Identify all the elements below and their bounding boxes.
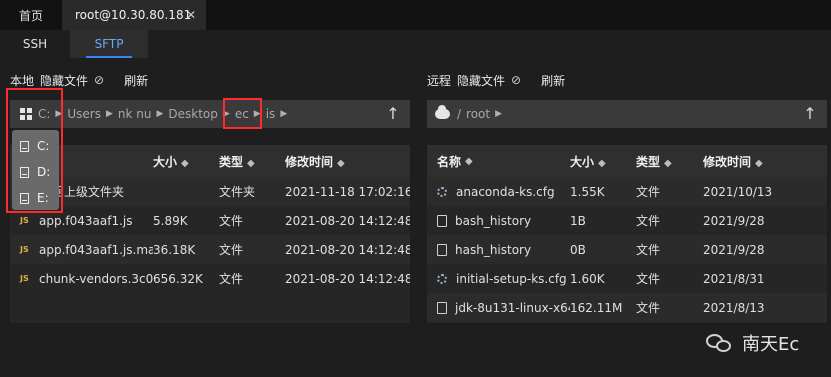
- table-row[interactable]: initial-setup-ks.cfg 1.60K 文件 2021/8/31: [427, 264, 827, 293]
- remote-hidden-files-toggle[interactable]: 隐藏文件: [457, 72, 505, 89]
- column-mtime[interactable]: 修改时间 ◆: [703, 153, 827, 170]
- path-segment-root-slash[interactable]: /: [457, 107, 461, 121]
- local-refresh-button[interactable]: 刷新: [124, 72, 148, 89]
- table-row[interactable]: anaconda-ks.cfg 1.55K 文件 2021/10/13: [427, 177, 827, 206]
- file-icon: [437, 243, 447, 256]
- table-row[interactable]: hash_history 0B 文件 2021/9/28: [427, 235, 827, 264]
- close-icon[interactable]: ✕: [184, 8, 198, 22]
- tab-strip: 首页 root@10.30.80.181 ✕: [0, 0, 831, 30]
- arrow-up-icon[interactable]: ↑: [384, 104, 402, 124]
- column-size[interactable]: 大小 ◆: [570, 153, 636, 170]
- file-icon: [437, 301, 447, 314]
- highlight-box: [223, 98, 262, 129]
- local-file-table: 名称◆ 大小◆ 类型◆ 修改时间◆ 返回上级文件夹 文件夹 2021-11-18…: [10, 145, 410, 323]
- column-type[interactable]: 类型 ◆: [636, 153, 703, 170]
- tab-home[interactable]: 首页: [0, 0, 62, 30]
- remote-toolbar: 远程 隐藏文件 ⊘ 刷新: [427, 68, 571, 92]
- file-icon: [437, 214, 447, 227]
- arrow-up-icon[interactable]: ↑: [801, 104, 819, 124]
- js-file-icon: JS: [20, 215, 29, 225]
- path-segment-desktop[interactable]: Desktop: [168, 107, 218, 121]
- config-file-icon: [437, 273, 447, 284]
- watermark: 南天Ec: [706, 330, 799, 356]
- path-segment-is[interactable]: is: [266, 107, 276, 121]
- local-hidden-files-toggle[interactable]: 隐藏文件: [40, 72, 88, 89]
- watermark-text: 南天Ec: [742, 334, 800, 355]
- column-size[interactable]: 大小 ◆: [153, 153, 219, 170]
- sort-icon: ◆: [465, 155, 473, 167]
- path-segment-root[interactable]: root: [466, 107, 490, 121]
- local-title: 本地: [10, 73, 35, 88]
- column-type[interactable]: 类型 ◆: [219, 153, 285, 170]
- js-file-icon: JS: [20, 273, 29, 283]
- chevron-right-icon: ▶: [280, 109, 288, 119]
- local-path-bar: C: ▶ Users ▶ nk nu ▶ Desktop ▶ ec ▶ is ▶…: [10, 100, 410, 128]
- sort-icon: ◆: [755, 157, 763, 169]
- wechat-icon: [706, 332, 734, 354]
- tab-sftp[interactable]: SFTP: [70, 30, 148, 58]
- eye-off-icon[interactable]: ⊘: [511, 73, 521, 87]
- sort-icon: ◆: [664, 157, 672, 169]
- remote-title: 远程: [427, 73, 452, 88]
- sort-icon: ◆: [247, 157, 255, 169]
- table-row[interactable]: 返回上级文件夹 文件夹 2021-11-18 17:02:16: [10, 177, 410, 206]
- chevron-right-icon: ▶: [156, 109, 164, 119]
- js-file-icon: JS: [20, 244, 29, 254]
- tab-ssh[interactable]: SSH: [0, 30, 70, 58]
- chevron-right-icon: ▶: [105, 109, 113, 119]
- mode-bar: SSH SFTP: [0, 30, 831, 58]
- remote-refresh-button[interactable]: 刷新: [541, 72, 565, 89]
- path-segment-user[interactable]: nk nu: [118, 107, 152, 121]
- path-segment-users[interactable]: Users: [67, 107, 101, 121]
- column-mtime[interactable]: 修改时间 ◆: [285, 153, 410, 170]
- table-row[interactable]: JS app.f043aaf1.js.map 36.18K 文件 2021-08-…: [10, 235, 410, 264]
- remote-path-bar: / root ▶ ↑: [427, 100, 827, 128]
- table-row[interactable]: bash_history 1B 文件 2021/9/28: [427, 206, 827, 235]
- table-row[interactable]: JS chunk-vendors.3c08 656.32K 文件 2021-08-…: [10, 264, 410, 293]
- config-file-icon: [437, 186, 447, 197]
- remote-file-table: 名称 ◆ 大小 ◆ 类型 ◆ 修改时间 ◆ anaconda-ks.cfg 1.55K …: [427, 145, 827, 323]
- table-row[interactable]: jdk-8u131-linux-x64.rpm 162.11M 文件 2021/…: [427, 293, 827, 322]
- cloud-icon[interactable]: [435, 105, 450, 119]
- sort-icon: ◆: [181, 157, 189, 169]
- tab-session[interactable]: root@10.30.80.181 ✕: [62, 0, 206, 30]
- table-header: 名称◆ 大小◆ 类型◆ 修改时间◆: [427, 145, 827, 177]
- tab-session-label: root@10.30.80.181: [75, 8, 192, 22]
- eye-off-icon[interactable]: ⊘: [94, 73, 104, 87]
- table-row[interactable]: JS app.f043aaf1.js 5.89K 文件 2021-08-20 14…: [10, 206, 410, 235]
- chevron-right-icon: ▶: [495, 109, 503, 119]
- sort-icon: ◆: [598, 157, 606, 169]
- highlight-box: [6, 88, 63, 213]
- sort-icon: ◆: [337, 157, 345, 169]
- table-header: 名称◆ 大小◆ 类型◆ 修改时间◆: [10, 145, 410, 177]
- column-name[interactable]: 名称◆: [427, 153, 570, 170]
